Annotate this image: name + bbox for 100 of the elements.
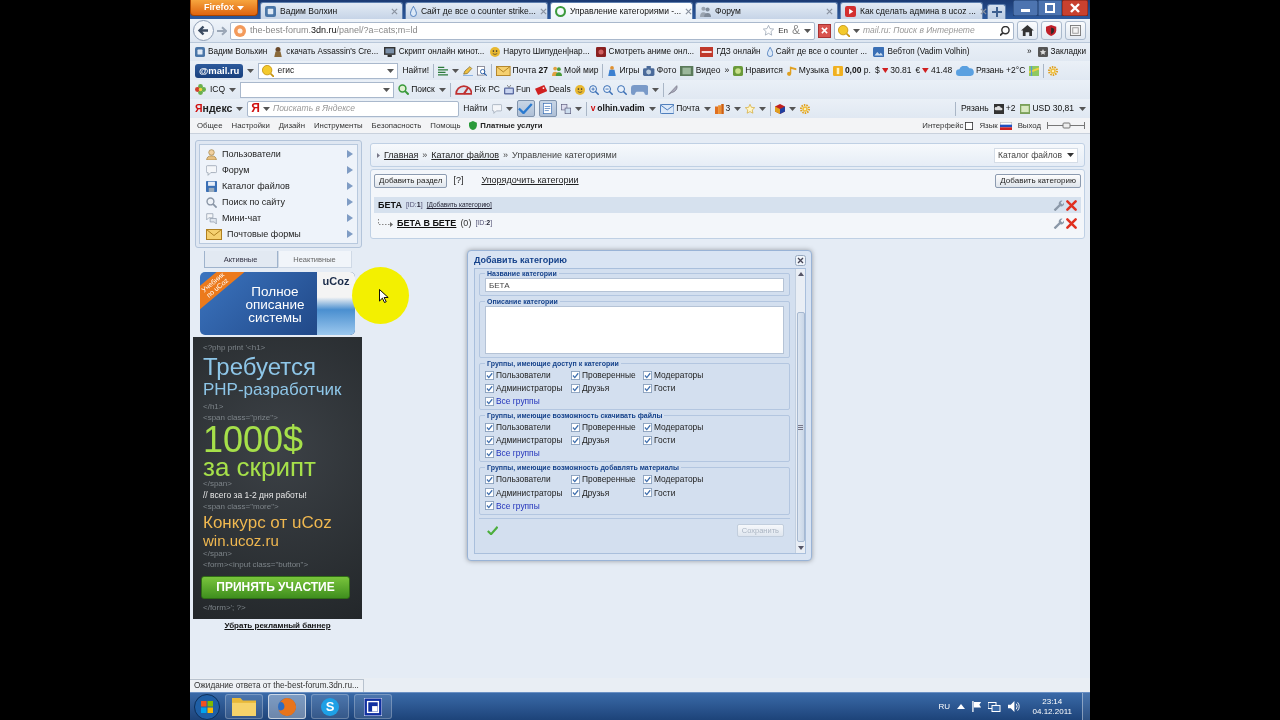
text-lines-icon[interactable] <box>438 65 449 76</box>
star-icon[interactable] <box>745 103 756 114</box>
yandex-logo[interactable]: Яндекс <box>195 102 233 115</box>
cube-icon[interactable] <box>775 103 786 114</box>
checkbox-label[interactable]: Гости <box>654 383 676 394</box>
category-name[interactable]: БЕТА <box>378 199 402 211</box>
arrow-up-icon[interactable] <box>797 272 804 276</box>
addon-button[interactable]: En <box>778 25 788 36</box>
toolbar-button[interactable]: Fun <box>503 84 531 95</box>
delete-icon[interactable] <box>1066 199 1077 211</box>
toolbar-button[interactable]: Deals <box>534 84 571 95</box>
toolbar-button[interactable]: Музыка <box>786 65 829 76</box>
toolbar-button[interactable]: Почта 27 <box>496 65 549 76</box>
checkbox[interactable] <box>485 422 494 432</box>
maximize-icon[interactable] <box>1038 0 1062 16</box>
toolbar-button[interactable]: $ 30.81 <box>874 65 912 76</box>
translate-icon[interactable] <box>560 103 571 114</box>
checkbox-label[interactable]: Проверенные <box>582 474 636 485</box>
caret-icon[interactable] <box>505 106 513 111</box>
checkbox-label[interactable]: Администраторы <box>496 435 563 446</box>
arrow-up-icon[interactable] <box>957 704 965 709</box>
checkbox-label[interactable]: Все группы <box>496 396 540 407</box>
checkbox[interactable] <box>571 435 580 445</box>
panel-toggle-icon[interactable] <box>1047 121 1085 130</box>
caret-icon[interactable] <box>236 106 244 111</box>
emoji-icon[interactable] <box>574 84 585 95</box>
checkbox-label[interactable]: Друзья <box>582 383 610 394</box>
checkbox[interactable] <box>485 488 494 498</box>
caret-icon[interactable] <box>789 106 797 111</box>
caret-icon[interactable] <box>804 28 811 33</box>
browser-tab[interactable]: Управление категориями -... <box>550 2 693 19</box>
bookmarks-menu[interactable]: Закладки <box>1037 47 1086 57</box>
search-field[interactable]: егис <box>258 62 399 79</box>
checkbox[interactable] <box>485 501 494 511</box>
breadcrumb-link[interactable]: Главная <box>384 149 419 161</box>
plus-icon[interactable] <box>991 7 1002 17</box>
checkbox[interactable] <box>485 396 494 406</box>
bookmark-link[interactable]: ГДЗ онлайн <box>700 47 761 57</box>
ad-banner[interactable] <box>193 337 362 619</box>
checkbox-label[interactable]: Модераторы <box>654 370 704 381</box>
map-icon[interactable] <box>1029 65 1040 76</box>
caret-icon[interactable] <box>574 106 582 111</box>
pen-icon[interactable] <box>463 65 474 76</box>
add-section-button[interactable]: Добавить раздел <box>374 173 448 188</box>
menu-item[interactable]: Пользователи <box>200 146 357 162</box>
stop-icon[interactable] <box>821 27 828 34</box>
checkbox[interactable] <box>643 370 652 380</box>
toolbar-button[interactable]: Fix PC <box>454 84 500 95</box>
checkbox-label[interactable]: Гости <box>654 435 676 446</box>
menu-item[interactable]: Мини-чат <box>200 210 357 226</box>
input-field[interactable]: БЕТА <box>485 278 784 292</box>
checkbox-label[interactable]: Гости <box>654 487 676 498</box>
module-select[interactable]: Каталог файлов <box>994 147 1078 163</box>
close-icon[interactable] <box>685 7 693 15</box>
taskbar-button[interactable] <box>225 694 263 719</box>
toolbar-button[interactable]: 0,00 р. <box>832 65 871 76</box>
arrow-down-icon[interactable] <box>797 546 804 550</box>
checkbox-label[interactable]: Модераторы <box>654 474 704 485</box>
bookmark-link[interactable]: Скрипт онлайн кинот... <box>384 47 485 57</box>
toolbar-button[interactable]: Рязань +2°C <box>956 65 1026 76</box>
scrollbar[interactable] <box>795 269 805 553</box>
search-button[interactable]: Найти <box>463 103 488 114</box>
caret-icon[interactable] <box>438 87 446 92</box>
more-button[interactable]: » <box>1027 47 1032 57</box>
checkbox[interactable] <box>485 448 494 458</box>
wrench-icon[interactable] <box>1053 217 1064 229</box>
sort-link[interactable]: Упорядочить категории <box>481 175 579 186</box>
toolbar-button[interactable]: Видео <box>680 65 721 76</box>
home-icon[interactable] <box>1021 25 1034 36</box>
checkbox-label[interactable]: Все группы <box>496 448 540 459</box>
address-field[interactable]: the-best-forum.3dn.ru/panel/?a=cats;m=ld En & <box>230 21 815 40</box>
checkbox-label[interactable]: Проверенные <box>582 422 636 433</box>
check-icon[interactable] <box>487 526 499 536</box>
toolbar-button[interactable]: ICQ <box>210 84 226 95</box>
bookmark-link[interactable]: скачать Assassin's Cre... <box>273 47 379 57</box>
menu-item[interactable]: Каталог файлов <box>200 178 357 194</box>
toolbar-button[interactable]: 3 <box>714 103 731 114</box>
checkbox-label[interactable]: Пользователи <box>496 422 551 433</box>
caret-icon[interactable] <box>387 68 395 73</box>
caret-icon[interactable] <box>229 87 237 92</box>
toolbar-button[interactable]: Игры <box>607 65 640 76</box>
caret-icon[interactable] <box>247 68 255 73</box>
search-icon[interactable] <box>1000 25 1010 36</box>
close-icon[interactable] <box>979 7 987 15</box>
language-indicator[interactable]: RU <box>938 701 950 712</box>
toolbar-button[interactable]: Фото <box>643 65 677 76</box>
star-icon[interactable] <box>763 25 775 36</box>
help-link[interactable]: [?] <box>453 175 464 186</box>
mail-logo[interactable]: @mail.ru <box>195 63 244 78</box>
network-icon[interactable] <box>988 701 1001 712</box>
menu-item[interactable]: Почтовые формы <box>200 226 357 242</box>
checkbox[interactable] <box>643 435 652 445</box>
back-icon[interactable] <box>193 20 214 41</box>
checkbox[interactable] <box>485 475 494 484</box>
caret-icon[interactable] <box>1079 106 1086 111</box>
checkbox[interactable] <box>485 435 494 445</box>
browser-tab[interactable]: Форум <box>695 2 838 19</box>
checkbox[interactable] <box>643 488 652 498</box>
zoom-in-icon[interactable] <box>588 84 599 95</box>
toolbar-button[interactable]: € 41.48 <box>915 65 953 76</box>
